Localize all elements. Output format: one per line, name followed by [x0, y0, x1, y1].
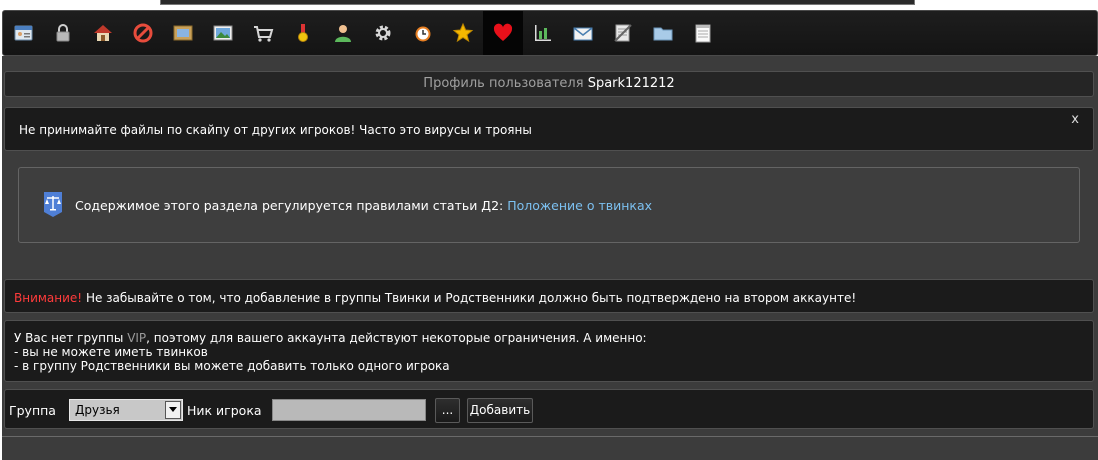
- contact-card-icon: [14, 25, 33, 41]
- picture-frame-icon: [173, 25, 193, 41]
- attention-label: Внимание!: [14, 291, 83, 305]
- notice-text: Не принимайте файлы по скайпу от других …: [19, 123, 532, 137]
- group-label: Группа: [9, 403, 56, 418]
- landscape-image-icon: [213, 25, 233, 41]
- profile-username: Spark121212: [587, 76, 675, 91]
- bottom-divider: [2, 436, 1098, 437]
- add-to-group-form: Группа Друзья Ник игрока ... Добавить: [4, 389, 1094, 429]
- user-button[interactable]: [323, 11, 363, 55]
- alarm-clock-icon: [415, 26, 431, 42]
- rules-text: Содержимое этого раздела регулируется пр…: [75, 198, 504, 213]
- user-icon: [335, 25, 351, 42]
- rules-text-line: Содержимое этого раздела регулируется пр…: [75, 198, 652, 213]
- contact-card-button[interactable]: [3, 11, 43, 55]
- mail-button[interactable]: [563, 11, 603, 55]
- vip-restrictions-notice: У Вас нет группы VIP, поэтому для вашего…: [4, 320, 1094, 382]
- attention-text: Не забывайте о том, что добавление в гру…: [85, 291, 857, 305]
- browse-players-button[interactable]: ...: [435, 398, 460, 423]
- bar-chart-button[interactable]: [523, 11, 563, 55]
- vip-line1-before: У Вас нет группы: [14, 331, 124, 345]
- vip-line1-after: , поэтому для вашего аккаунта действуют …: [146, 331, 647, 345]
- block-button[interactable]: [123, 11, 163, 55]
- mail-icon: [573, 27, 593, 41]
- vip-notice-line-3: - в группу Родственники вы можете добави…: [14, 359, 450, 373]
- notes-button[interactable]: [603, 11, 643, 55]
- attention-notice: Внимание! Не забывайте о том, что добавл…: [4, 279, 1094, 313]
- vip-notice-line-1: У Вас нет группы VIP, поэтому для вашего…: [14, 331, 647, 345]
- group-select-value: Друзья: [75, 403, 120, 417]
- star-button[interactable]: [443, 11, 483, 55]
- gear-icon: [375, 25, 391, 41]
- profile-title-bar: Профиль пользователя Spark121212: [4, 71, 1094, 97]
- notes-icon: [614, 24, 632, 42]
- medal-icon: [298, 24, 308, 42]
- folder-button[interactable]: [643, 11, 683, 55]
- skype-warning-notice: Не принимайте файлы по скайпу от других …: [4, 107, 1094, 151]
- group-select[interactable]: Друзья: [69, 399, 183, 421]
- cart-button[interactable]: [243, 11, 283, 55]
- rules-info-box: Содержимое этого раздела регулируется пр…: [18, 167, 1080, 243]
- notepad-button[interactable]: [683, 11, 723, 55]
- dropdown-arrow-icon[interactable]: [165, 401, 181, 419]
- top-strip: [160, 0, 915, 5]
- heart-icon: [493, 23, 513, 41]
- bar-chart-icon: [535, 25, 551, 41]
- profile-title-prefix: Профиль пользователя: [423, 76, 584, 91]
- heart-button[interactable]: [483, 11, 523, 55]
- nick-input[interactable]: [272, 399, 426, 421]
- vip-notice-lines: У Вас нет группы VIP, поэтому для вашего…: [14, 331, 647, 373]
- star-icon: [452, 22, 474, 43]
- vip-word: VIP: [127, 331, 147, 345]
- twinks-policy-link[interactable]: Положение о твинках: [507, 198, 652, 213]
- landscape-image-button[interactable]: [203, 11, 243, 55]
- scales-icon: [44, 192, 62, 217]
- home-icon: [94, 25, 112, 41]
- settings-button[interactable]: [363, 11, 403, 55]
- medal-button[interactable]: [283, 11, 323, 55]
- attention-text-line: Внимание! Не забывайте о том, что добавл…: [14, 291, 856, 305]
- toolbar: [2, 10, 1098, 56]
- add-button[interactable]: Добавить: [467, 398, 533, 423]
- nick-label: Ник игрока: [187, 403, 262, 418]
- vip-notice-line-2: - вы не можете иметь твинков: [14, 345, 208, 359]
- notice-close-button[interactable]: x: [1071, 112, 1079, 127]
- picture-frame-button[interactable]: [163, 11, 203, 55]
- folder-icon: [653, 27, 673, 41]
- home-button[interactable]: [83, 11, 123, 55]
- lock-icon: [56, 24, 70, 42]
- notepad-icon: [695, 24, 711, 43]
- cart-icon: [254, 26, 274, 42]
- alarm-clock-button[interactable]: [403, 11, 443, 55]
- lock-button[interactable]: [43, 11, 83, 55]
- block-icon: [133, 23, 153, 43]
